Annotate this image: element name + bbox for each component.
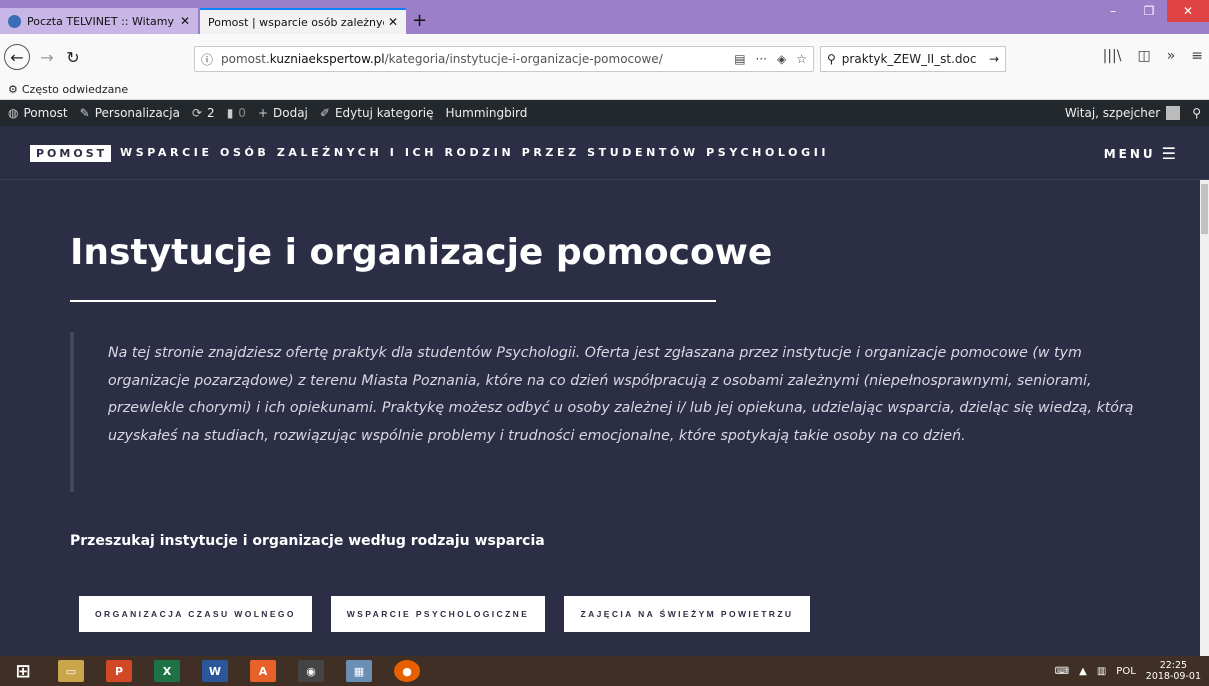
admin-customize-link[interactable]: ✎ Personalizacja xyxy=(80,106,180,120)
back-icon[interactable]: ← xyxy=(4,44,30,70)
wp-admin-bar: ◍ Pomost ✎ Personalizacja ⟳ 2 ▮ 0 + Dodaj ✐ Ed… xyxy=(0,100,1209,126)
hamburger-menu-icon[interactable]: ≡ xyxy=(1191,48,1203,64)
new-tab-icon[interactable]: + xyxy=(412,10,427,31)
window-controls: – ❐ ✕ xyxy=(1095,0,1209,22)
filter-leisure-button[interactable]: ORGANIZACJA CZASU WOLNEGO xyxy=(79,596,312,632)
search-bar[interactable]: ⚲ praktyk_ZEW_II_st.doc → xyxy=(820,46,1006,72)
avatar[interactable] xyxy=(1166,106,1181,120)
maximize-icon[interactable]: ❐ xyxy=(1131,0,1167,22)
admin-comments-count: 0 xyxy=(238,106,246,120)
toolbar-icons: |||\ ◫ » ≡ xyxy=(1103,48,1203,64)
bookmarks-bar: ⚙ Często odwiedzane xyxy=(0,80,1209,100)
info-icon[interactable]: ⓘ xyxy=(201,51,213,68)
windows-taskbar: ⊞ ▭ P X W A ◉ ▦ ● ⌨ ▲ ▥ POL 22:25 2018-0… xyxy=(0,656,1209,686)
filter-buttons: ORGANIZACJA CZASU WOLNEGO WSPARCIE PSYCH… xyxy=(79,596,829,632)
close-tab-icon[interactable]: ✕ xyxy=(388,15,398,29)
pencil-icon: ✐ xyxy=(319,106,330,120)
site-logo[interactable]: POMOST xyxy=(30,145,112,162)
reader-view-icon[interactable]: ▤ xyxy=(734,52,745,66)
system-tray: ⌨ ▲ ▥ POL 22:25 2018-09-01 xyxy=(1055,660,1201,682)
url-domain: kuzniaekspertow.pl xyxy=(269,52,385,66)
close-window-icon[interactable]: ✕ xyxy=(1167,0,1209,22)
filter-psychological-button[interactable]: WSPARCIE PSYCHOLOGICZNE xyxy=(331,596,545,632)
library-icon[interactable]: |||\ xyxy=(1103,48,1122,64)
intro-text: Na tej stronie znajdziesz ofertę praktyk… xyxy=(108,345,1134,444)
word-icon[interactable]: W xyxy=(202,660,228,682)
mouse-app-icon[interactable]: ◉ xyxy=(298,660,324,682)
close-tab-icon[interactable]: ✕ xyxy=(180,14,190,28)
search-icon[interactable]: ⚲ xyxy=(1192,106,1201,120)
comment-icon: ▮ xyxy=(226,106,234,120)
admin-new-label: Dodaj xyxy=(273,106,308,120)
plus-icon: + xyxy=(257,106,268,120)
browser-tab-pomost[interactable]: Pomost | wsparcie osób zależnych i ✕ xyxy=(200,8,406,34)
admin-updates-count: 2 xyxy=(207,106,215,120)
firefox-icon[interactable]: ● xyxy=(394,660,420,682)
search-icon: ⚲ xyxy=(827,52,836,66)
tab-title: Pomost | wsparcie osób zależnych i xyxy=(208,15,384,29)
forward-icon[interactable]: → xyxy=(34,44,60,70)
admin-comments-link[interactable]: ▮ 0 xyxy=(227,106,246,120)
brush-icon: ✎ xyxy=(79,106,90,120)
refresh-icon: ⟳ xyxy=(191,106,203,120)
filter-outdoor-button[interactable]: ZAJĘCIA NA ŚWIEŻYM POWIETRZU xyxy=(564,596,810,632)
admin-new-link[interactable]: + Dodaj xyxy=(258,106,308,120)
calculator-icon[interactable]: ▦ xyxy=(346,660,372,682)
filter-heading: Przeszukaj instytucje i organizacje wedł… xyxy=(70,533,545,549)
network-icon[interactable]: ▥ xyxy=(1097,666,1106,677)
admin-edit-label: Edytuj kategorię xyxy=(334,106,434,120)
tray-arrow-icon[interactable]: ▲ xyxy=(1079,666,1087,677)
admin-site-link[interactable]: ◍ Pomost xyxy=(8,106,68,120)
site-header: POMOST WSPARCIE OSÓB ZALEŻNYCH I ICH ROD… xyxy=(0,126,1209,180)
admin-customize-label: Personalizacja xyxy=(94,106,180,120)
clock[interactable]: 22:25 2018-09-01 xyxy=(1146,660,1201,682)
admin-edit-link[interactable]: ✐ Edytuj kategorię xyxy=(320,106,434,120)
wordpress-icon: ◍ xyxy=(8,106,19,120)
site-tagline: WSPARCIE OSÓB ZALEŻNYCH I ICH RODZIN PRZ… xyxy=(120,146,830,159)
hamburger-icon: ☰ xyxy=(1161,144,1179,163)
windows-start-icon[interactable]: ⊞ xyxy=(10,660,36,682)
admin-greeting[interactable]: Witaj, szpejcher xyxy=(1065,106,1160,120)
tab-title: Poczta TELVINET :: Witamy w P xyxy=(27,14,176,28)
overflow-icon[interactable]: » xyxy=(1167,48,1176,64)
clock-time: 22:25 xyxy=(1159,660,1188,671)
admin-site-label: Pomost xyxy=(23,106,68,120)
menu-button[interactable]: MENU ☰ xyxy=(1104,144,1179,163)
gear-icon: ⚙ xyxy=(8,83,18,96)
file-explorer-icon[interactable]: ▭ xyxy=(58,660,84,682)
sidebar-icon[interactable]: ◫ xyxy=(1137,48,1150,64)
main-content: Instytucje i organizacje pomocowe Na tej… xyxy=(0,180,1200,656)
url-bar[interactable]: ⓘ pomost. kuzniaekspertow.pl/kategoria/in… xyxy=(194,46,814,72)
browser-tab-strip: Poczta TELVINET :: Witamy w P ✕ Pomost |… xyxy=(0,0,1209,34)
admin-hummingbird-link[interactable]: Hummingbird xyxy=(446,106,528,120)
page-scrollbar[interactable] xyxy=(1200,180,1209,656)
excel-icon[interactable]: X xyxy=(154,660,180,682)
keyboard-icon[interactable]: ⌨ xyxy=(1055,666,1069,677)
title-divider xyxy=(70,300,716,302)
admin-hummingbird-label: Hummingbird xyxy=(445,106,528,120)
intro-quote: Na tej stronie znajdziesz ofertę praktyk… xyxy=(70,332,1140,492)
bookmark-frequent[interactable]: Często odwiedzane xyxy=(22,83,128,96)
page-title: Instytucje i organizacje pomocowe xyxy=(70,232,773,273)
language-indicator[interactable]: POL xyxy=(1116,666,1135,677)
url-path: /kategoria/instytucje-i-organizacje-pomo… xyxy=(384,52,663,66)
clock-date: 2018-09-01 xyxy=(1145,671,1201,682)
search-value: praktyk_ZEW_II_st.doc xyxy=(841,52,977,66)
page-actions-icon[interactable]: ··· xyxy=(756,52,767,66)
menu-label: MENU xyxy=(1103,146,1156,161)
url-prefix: pomost. xyxy=(221,52,270,66)
admin-updates-link[interactable]: ⟳ 2 xyxy=(192,106,215,120)
bookmark-star-icon[interactable]: ☆ xyxy=(796,52,807,66)
reload-icon[interactable]: ↻ xyxy=(60,44,86,70)
mail-favicon-icon xyxy=(8,14,21,28)
pocket-icon[interactable]: ◈ xyxy=(777,52,786,66)
acrobat-icon[interactable]: A xyxy=(250,660,276,682)
scrollbar-thumb[interactable] xyxy=(1201,184,1208,234)
powerpoint-icon[interactable]: P xyxy=(106,660,132,682)
search-go-icon[interactable]: → xyxy=(989,52,999,66)
minimize-icon[interactable]: – xyxy=(1095,0,1131,22)
browser-nav-bar: ← → ↻ ⓘ pomost. kuzniaekspertow.pl/katego… xyxy=(0,34,1209,80)
browser-tab-mail[interactable]: Poczta TELVINET :: Witamy w P ✕ xyxy=(0,8,198,34)
